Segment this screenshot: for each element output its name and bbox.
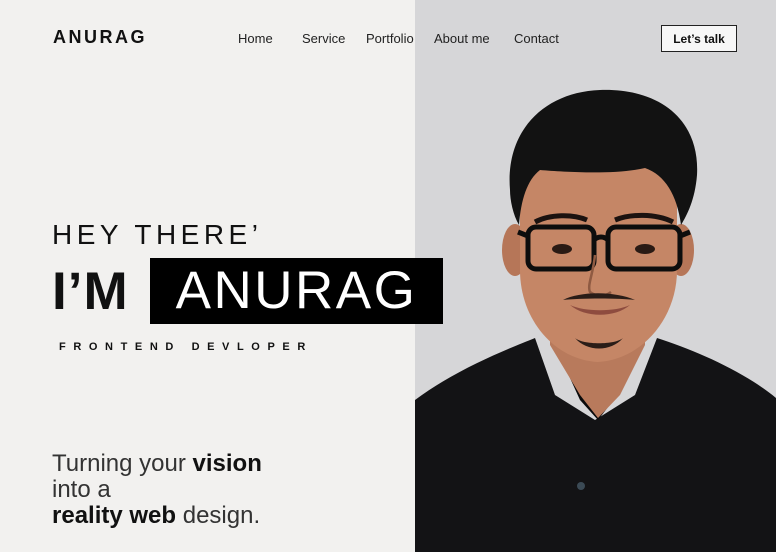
- portrait-image: [415, 89, 776, 552]
- hero-role: FRONTEND DEVLOPER: [59, 341, 313, 353]
- tagline-part1: Turning your: [52, 450, 186, 477]
- site-logo[interactable]: ANURAG: [53, 27, 147, 48]
- tagline-part3: into a: [52, 476, 111, 503]
- hero-greeting: HEY THERE’: [52, 219, 263, 250]
- nav-portfolio[interactable]: Portfolio: [366, 31, 414, 46]
- tagline-vision: vision: [192, 450, 262, 477]
- hero-name-highlight: ANURAG: [150, 258, 443, 324]
- nav-home[interactable]: Home: [238, 31, 273, 46]
- tagline-reality-web: reality web: [52, 502, 177, 529]
- nav-service[interactable]: Service: [302, 31, 345, 46]
- hero-tagline: Turning your vision into a reality web d…: [52, 451, 262, 529]
- tagline-design: design.: [182, 502, 261, 529]
- hero-im: I’M: [52, 262, 129, 321]
